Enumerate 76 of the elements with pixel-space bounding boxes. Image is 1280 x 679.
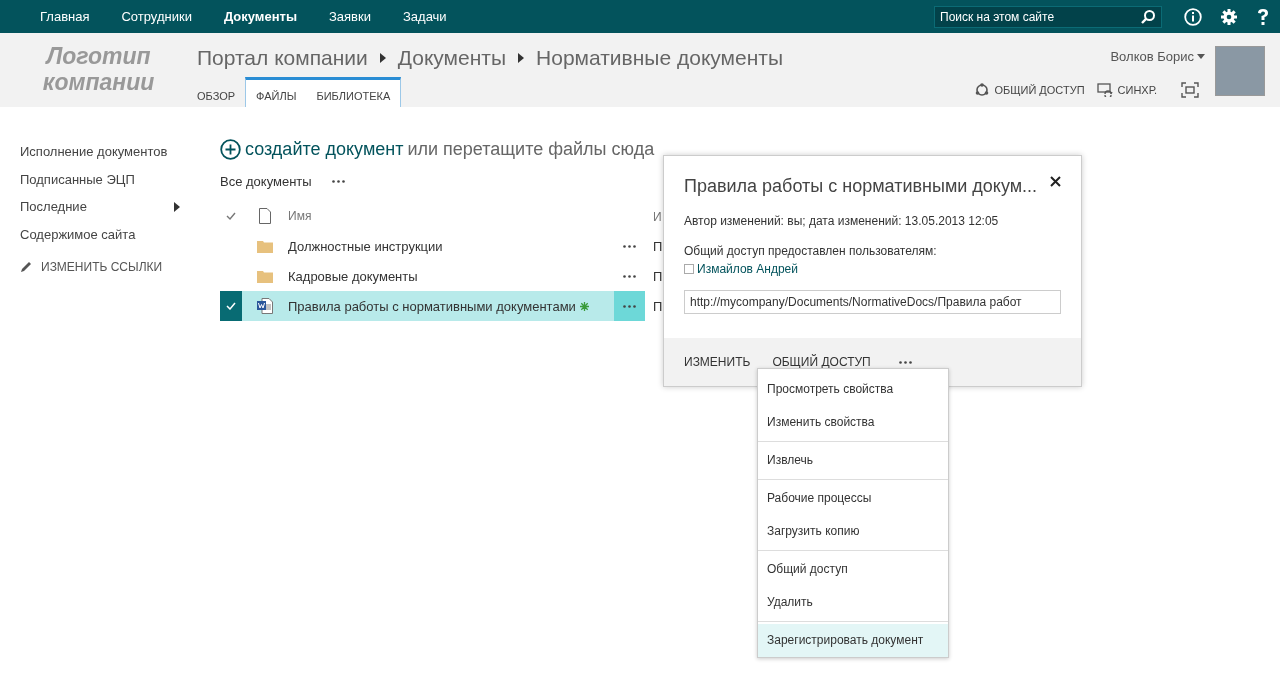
- nav-link[interactable]: Сотрудники: [105, 9, 208, 24]
- folder-icon: [257, 269, 273, 283]
- shared-label: Общий доступ предоставлен пользователям:: [684, 244, 938, 258]
- info-icon[interactable]: [1184, 7, 1202, 26]
- settings-icon[interactable]: [1220, 7, 1238, 26]
- sync-button[interactable]: СИНХР.: [1096, 83, 1157, 97]
- column-header[interactable]: И: [653, 210, 662, 224]
- ribbon-tab[interactable]: БИБЛИОТЕКА: [306, 77, 402, 107]
- more-icon[interactable]: [623, 304, 636, 308]
- sync-icon: [1096, 83, 1113, 97]
- share-icon: [975, 83, 990, 97]
- search-field[interactable]: Поиск на этом сайте: [934, 5, 1162, 28]
- sidebar-link[interactable]: Подписанные ЭЦП: [20, 171, 135, 187]
- file-name-link[interactable]: Должностные инструкции: [288, 238, 443, 254]
- table-row[interactable]: Правила работы с нормативными документами П: [220, 291, 665, 321]
- help-icon[interactable]: [1256, 7, 1270, 26]
- table-cell: П: [653, 298, 663, 314]
- menu-item[interactable]: Извлечь: [758, 444, 948, 477]
- file-name-link[interactable]: Кадровые документы: [288, 268, 418, 284]
- more-icon[interactable]: [623, 244, 636, 248]
- file-name-link[interactable]: Правила работы с нормативными документами: [288, 298, 576, 314]
- callout-action[interactable]: ОБЩИЙ ДОСТУП: [772, 355, 871, 369]
- menu-item[interactable]: Рабочие процессы: [758, 482, 948, 515]
- chevron-icon: [379, 53, 386, 63]
- menu-item[interactable]: Зарегистрировать документ: [758, 624, 948, 657]
- create-document-link[interactable]: создайте документ: [245, 138, 404, 160]
- table-cell: П: [653, 239, 663, 254]
- callout-title: Правила работы с нормативными докум...: [684, 176, 1038, 197]
- logo-text: компании: [41, 69, 156, 95]
- table-row[interactable]: Должностные инструкции П: [220, 231, 665, 261]
- document-icon: [259, 208, 271, 224]
- breadcrumb-link[interactable]: Нормативные документы: [536, 46, 783, 70]
- breadcrumb-link[interactable]: Портал компании: [197, 46, 368, 70]
- checkmark-icon[interactable]: [226, 212, 236, 220]
- user-link[interactable]: Измайлов Андрей: [697, 262, 798, 276]
- user-menu[interactable]: Волков Борис: [1110, 49, 1194, 64]
- sidebar-link[interactable]: Содержимое сайта: [20, 226, 136, 242]
- modified-info: Автор изменений: вы; дата изменений: 13.05.2013 12:05: [684, 214, 1000, 228]
- menu-item[interactable]: Удалить: [758, 586, 948, 619]
- more-icon[interactable]: [898, 361, 912, 364]
- focus-icon[interactable]: [1181, 82, 1199, 98]
- column-header[interactable]: Имя: [288, 209, 312, 223]
- table-row[interactable]: Кадровые документы П: [220, 261, 665, 291]
- add-icon[interactable]: [220, 138, 241, 160]
- more-icon[interactable]: [331, 179, 345, 183]
- view-tab[interactable]: Все документы: [220, 173, 312, 189]
- nav-link[interactable]: Главная: [24, 9, 106, 24]
- menu-item[interactable]: Загрузить копию: [758, 515, 948, 548]
- ribbon-tab[interactable]: ОБЗОР: [187, 77, 246, 107]
- expand-arrow-icon[interactable]: [174, 201, 180, 212]
- breadcrumb-link[interactable]: Документы: [397, 46, 507, 70]
- edit-links-button[interactable]: ИЗМЕНИТЬ ССЫЛКИ: [20, 260, 200, 274]
- callout-action[interactable]: ИЗМЕНИТЬ: [684, 355, 751, 369]
- folder-icon: [257, 239, 273, 253]
- sidebar-link[interactable]: Исполнение документов: [20, 144, 168, 160]
- search-icon[interactable]: [1140, 8, 1156, 25]
- pencil-icon: [20, 261, 32, 273]
- presence-icon: [684, 264, 694, 274]
- nav-link[interactable]: Документы: [207, 9, 313, 24]
- nav-link[interactable]: Заявки: [313, 9, 387, 24]
- sidebar-link[interactable]: Последние: [20, 199, 87, 215]
- chevron-icon: [518, 53, 525, 63]
- table-cell: П: [653, 269, 663, 284]
- word-document-icon: [257, 298, 273, 314]
- close-icon[interactable]: [1050, 176, 1061, 187]
- drop-hint-text: или перетащите файлы сюда: [407, 138, 655, 160]
- share-button[interactable]: ОБЩИЙ ДОСТУП: [975, 83, 1085, 97]
- menu-item[interactable]: Общий доступ: [758, 553, 948, 586]
- caret-icon[interactable]: [1197, 54, 1205, 59]
- menu-item[interactable]: Изменить свойства: [758, 406, 948, 439]
- menu-item[interactable]: Просмотреть свойства: [758, 373, 948, 406]
- logo-text: Логотип: [44, 43, 152, 69]
- more-icon[interactable]: [623, 274, 636, 278]
- ribbon-tab[interactable]: ФАЙЛЫ: [245, 77, 307, 107]
- nav-link[interactable]: Задачи: [387, 9, 463, 24]
- url-field[interactable]: http://mycompany/Documents/NormativeDocs/Правила работ: [684, 290, 1061, 314]
